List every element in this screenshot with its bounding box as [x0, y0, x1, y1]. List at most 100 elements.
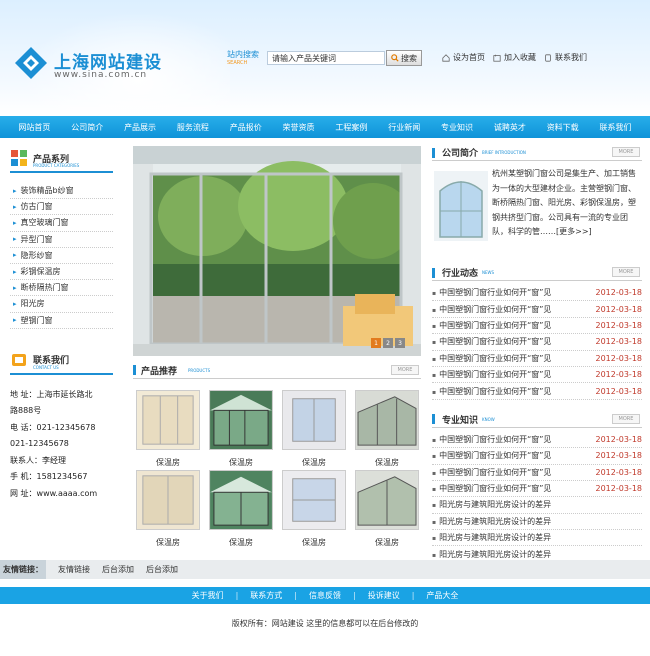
product-item[interactable]: 仿古门窗 — [10, 199, 113, 216]
knowledge-heading: 专业知识 KNOW MORE — [432, 412, 642, 428]
nav-quote[interactable]: 产品报价 — [230, 122, 262, 133]
product-item[interactable]: 真空玻璃门窗 — [10, 215, 113, 232]
news-date: 2012-03-18 — [595, 304, 643, 314]
knowledge-date: 2012-03-18 — [595, 434, 643, 444]
friend-links-label: 友情链接： — [0, 560, 46, 579]
contact-subtitle: CONTACT US — [33, 364, 59, 370]
search-button[interactable]: 搜索 — [386, 50, 422, 66]
knowledge-item[interactable]: 阳光房与建筑阳光房设计的差异 — [432, 497, 642, 514]
knowledge-item[interactable]: 中国塑钢门窗行业如何开“窗”见 2012-03-18 — [432, 465, 642, 481]
header: 上海网站建设 www.sina.com.cn 站内搜索 SEARCH 搜索 设为… — [0, 0, 650, 115]
news-item[interactable]: 中国塑钢门窗行业如何开“窗”见 2012-03-18 — [432, 285, 642, 302]
knowledge-item[interactable]: 中国塑钢门窗行业如何开“窗”见 2012-03-18 — [432, 448, 642, 465]
product-caption: 保温房 — [375, 538, 399, 547]
product-item[interactable]: 塑钢门窗 — [10, 313, 113, 329]
footer-link-contact[interactable]: 联系方式 — [250, 590, 282, 601]
banner-dot-2[interactable]: 2 — [383, 338, 393, 348]
product-thumbnail — [136, 470, 200, 530]
news-title: 中国塑钢门窗行业如何开“窗”见 — [432, 304, 551, 315]
nav-cases[interactable]: 工程案例 — [335, 122, 367, 133]
knowledge-title-text: 中国塑钢门窗行业如何开“窗”见 — [432, 450, 551, 461]
news-item[interactable]: 中国塑钢门窗行业如何开“窗”见 2012-03-18 — [432, 351, 642, 367]
news-date: 2012-03-18 — [595, 320, 643, 330]
nav-jobs[interactable]: 诚聘英才 — [494, 122, 526, 133]
knowledge-item[interactable]: 中国塑钢门窗行业如何开“窗”见 2012-03-18 — [432, 432, 643, 449]
product-card[interactable]: 保温房 — [352, 390, 422, 470]
news-date: 2012-03-18 — [595, 337, 643, 347]
product-thumbnail — [282, 470, 346, 530]
footer-link-about[interactable]: 关于我们 — [192, 590, 224, 601]
banner-slideshow[interactable]: 1 2 3 — [133, 146, 421, 356]
friend-link[interactable]: 友情链接 — [58, 564, 90, 575]
product-item[interactable]: 隐形纱窗 — [10, 248, 113, 264]
intro-more-button[interactable]: MORE — [612, 147, 640, 157]
set-homepage-link[interactable]: 设为首页 — [442, 52, 485, 63]
knowledge-item[interactable]: 阳光房与建筑阳光房设计的差异 — [432, 530, 642, 547]
knowledge-item[interactable]: 阳光房与建筑阳光房设计的差异 — [432, 514, 642, 531]
product-card[interactable]: 保温房 — [133, 390, 203, 470]
industry-subtitle: NEWS — [482, 270, 495, 275]
knowledge-subtitle: KNOW — [482, 416, 495, 422]
nav-home[interactable]: 网站首页 — [18, 122, 50, 133]
product-caption: 保温房 — [156, 538, 180, 547]
knowledge-title-text: 中国塑钢门窗行业如何开“窗”见 — [432, 467, 551, 478]
knowledge-title-text: 阳光房与建筑阳光房设计的差异 — [432, 532, 551, 543]
product-thumbnail — [282, 390, 346, 450]
product-card[interactable]: 保温房 — [206, 390, 276, 470]
product-item[interactable]: 彩钢保温房 — [10, 264, 113, 281]
search-input[interactable] — [267, 51, 385, 65]
nav-downloads[interactable]: 资料下载 — [547, 122, 579, 133]
nav-knowledge[interactable]: 专业知识 — [441, 122, 473, 133]
news-title: 中国塑钢门窗行业如何开“窗”见 — [432, 386, 551, 397]
news-title: 中国塑钢门窗行业如何开“窗”见 — [432, 369, 551, 380]
news-item[interactable]: 中国塑钢门窗行业如何开“窗”见 2012-03-18 — [432, 301, 643, 318]
contact-us-link[interactable]: 联系我们 — [544, 52, 587, 63]
industry-more-button[interactable]: MORE — [612, 267, 640, 277]
nav-contact[interactable]: 联系我们 — [600, 122, 632, 133]
knowledge-marker — [432, 414, 435, 425]
search-label: 站内搜索 — [227, 50, 259, 59]
news-item[interactable]: 中国塑钢门窗行业如何开“窗”见 2012-03-18 — [432, 383, 642, 400]
contact-website: 网 址：www.aaaa.com — [10, 488, 98, 498]
news-item[interactable]: 中国塑钢门窗行业如何开“窗”见 2012-03-18 — [432, 334, 643, 351]
contact-section: 联系我们 CONTACT US 地 址：上海市延长路北 路888号 电 话：02… — [10, 347, 113, 503]
nav-honors[interactable]: 荣誉资质 — [283, 122, 315, 133]
banner-dot-3[interactable]: 3 — [395, 338, 405, 348]
product-card[interactable]: 保温房 — [133, 470, 203, 550]
footer-link-complaints[interactable]: 投诉建议 — [368, 590, 400, 601]
knowledge-title-text: 中国塑钢门窗行业如何开“窗”见 — [432, 434, 551, 445]
product-card[interactable]: 保温房 — [352, 470, 422, 550]
knowledge-item[interactable]: 中国塑钢门窗行业如何开“窗”见 2012-03-18 — [432, 481, 642, 498]
news-item[interactable]: 中国塑钢门窗行业如何开“窗”见 2012-03-18 — [432, 367, 642, 384]
knowledge-more-button[interactable]: MORE — [612, 413, 640, 424]
add-favorite-link[interactable]: 加入收藏 — [493, 52, 536, 63]
footer-link-products[interactable]: 产品大全 — [426, 590, 458, 601]
friend-link[interactable]: 后台添加 — [146, 564, 178, 575]
recommend-heading: 产品推荐 PRODUCTS MORE — [133, 363, 421, 379]
product-card[interactable]: 保温房 — [279, 390, 349, 470]
banner-dot-1[interactable]: 1 — [371, 338, 381, 348]
product-item[interactable]: 异型门窗 — [10, 232, 113, 248]
friend-link[interactable]: 后台添加 — [102, 564, 134, 575]
product-item[interactable]: 断桥隔热门窗 — [10, 280, 113, 297]
footer-separator: | — [294, 591, 297, 600]
nav-about[interactable]: 公司简介 — [71, 122, 103, 133]
logo-icon[interactable] — [14, 46, 48, 80]
products-subtitle: PRODUCT CATEGORIES — [33, 163, 80, 168]
intro-image — [434, 171, 488, 241]
product-thumbnail — [209, 390, 273, 450]
contact-address-cont: 路888号 — [10, 406, 42, 416]
product-caption: 保温房 — [302, 458, 326, 467]
news-item[interactable]: 中国塑钢门窗行业如何开“窗”见 2012-03-18 — [432, 318, 643, 335]
recommend-more-button[interactable]: MORE — [391, 365, 419, 375]
product-item[interactable]: 装饰精品b纱窗 — [10, 183, 113, 200]
phone-icon — [545, 53, 551, 62]
footer-link-feedback[interactable]: 信息反馈 — [309, 590, 341, 601]
nav-products[interactable]: 产品展示 — [124, 122, 156, 133]
product-card[interactable]: 保温房 — [279, 470, 349, 550]
product-item[interactable]: 阳光房 — [10, 296, 113, 313]
product-card[interactable]: 保温房 — [206, 470, 276, 550]
footer-separator: | — [353, 591, 356, 600]
nav-news[interactable]: 行业新闻 — [388, 122, 420, 133]
nav-service[interactable]: 服务流程 — [177, 122, 209, 133]
